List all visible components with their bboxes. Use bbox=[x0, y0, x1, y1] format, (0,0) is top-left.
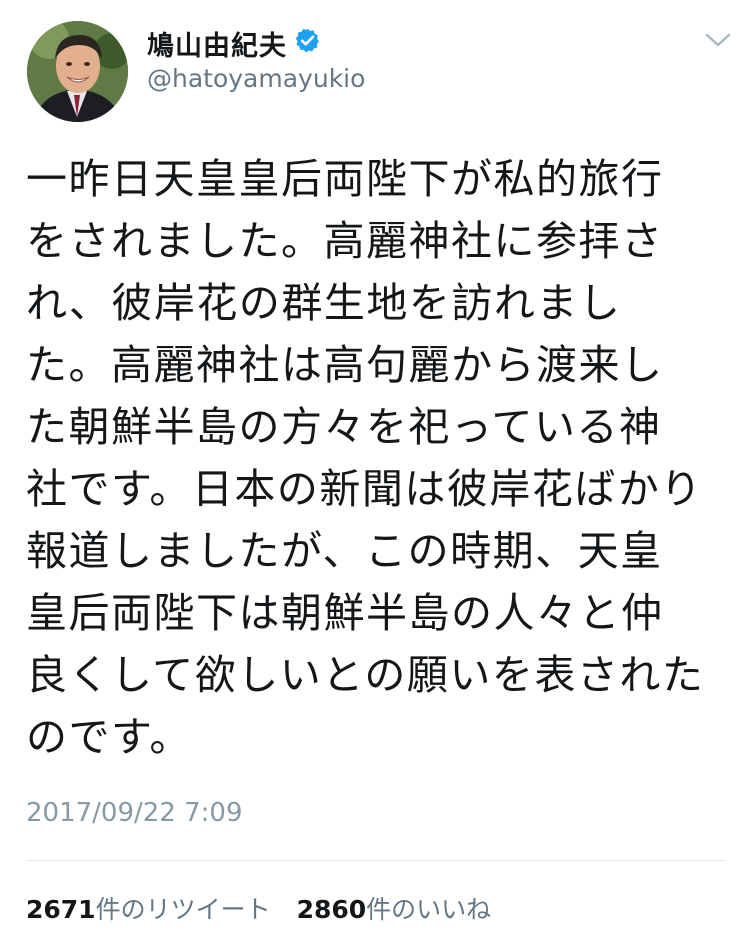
tweet-text-line: た。高麗神社は高句麗から渡来し bbox=[26, 341, 664, 389]
tweet-text-line: 皇后両陛下は朝鮮半島の人々と仲 bbox=[26, 589, 664, 637]
like-label: 件のいいね bbox=[366, 895, 492, 924]
tweet-text-line: れ、彼岸花の群生地を訪れまし bbox=[26, 279, 622, 327]
chevron-down-icon[interactable] bbox=[705, 32, 731, 48]
tweet-text-line: 報道しましたが、この時期、天皇 bbox=[26, 527, 663, 575]
avatar[interactable] bbox=[27, 21, 128, 122]
tweet-text-line: をされました。高麗神社に参拝さ bbox=[26, 217, 664, 265]
tweet-text-line: のです。 bbox=[26, 713, 192, 761]
tweet-text-line: た朝鮮半島の方々を祀っている神 bbox=[26, 403, 662, 451]
like-count: 2860 bbox=[296, 895, 367, 924]
tweet-header: 鳩山由紀夫 @hatoyamayukio bbox=[0, 0, 750, 140]
verified-badge-icon bbox=[294, 27, 321, 54]
author-display-name[interactable]: 鳩山由紀夫 bbox=[147, 24, 287, 63]
retweet-count-link[interactable]: 2671件のリツイート bbox=[26, 895, 271, 924]
tweet-text-line: 一昨日天皇皇后両陛下が私的旅行 bbox=[26, 155, 664, 203]
profile-photo bbox=[27, 21, 128, 122]
retweet-label: 件のリツイート bbox=[95, 895, 271, 924]
tweet-timestamp[interactable]: 2017/09/22 7:09 bbox=[26, 798, 243, 828]
tweet-body: 一昨日天皇皇后両陛下が私的旅行 をされました。高麗神社に参拝さ れ、彼岸花の群生… bbox=[26, 148, 726, 768]
like-count-link[interactable]: 2860件のいいね bbox=[297, 895, 492, 924]
divider bbox=[26, 860, 726, 861]
retweet-count: 2671 bbox=[26, 895, 96, 924]
tweet-stats: 2671件のリツイート 2860件のいいね bbox=[26, 890, 509, 926]
tweet-text-line: 社です。日本の新聞は彼岸花ばかり bbox=[26, 465, 703, 513]
author-handle[interactable]: @hatoyamayukio bbox=[147, 64, 365, 93]
tweet-text-line: 良くして欲しいとの願いを表された bbox=[26, 651, 705, 699]
